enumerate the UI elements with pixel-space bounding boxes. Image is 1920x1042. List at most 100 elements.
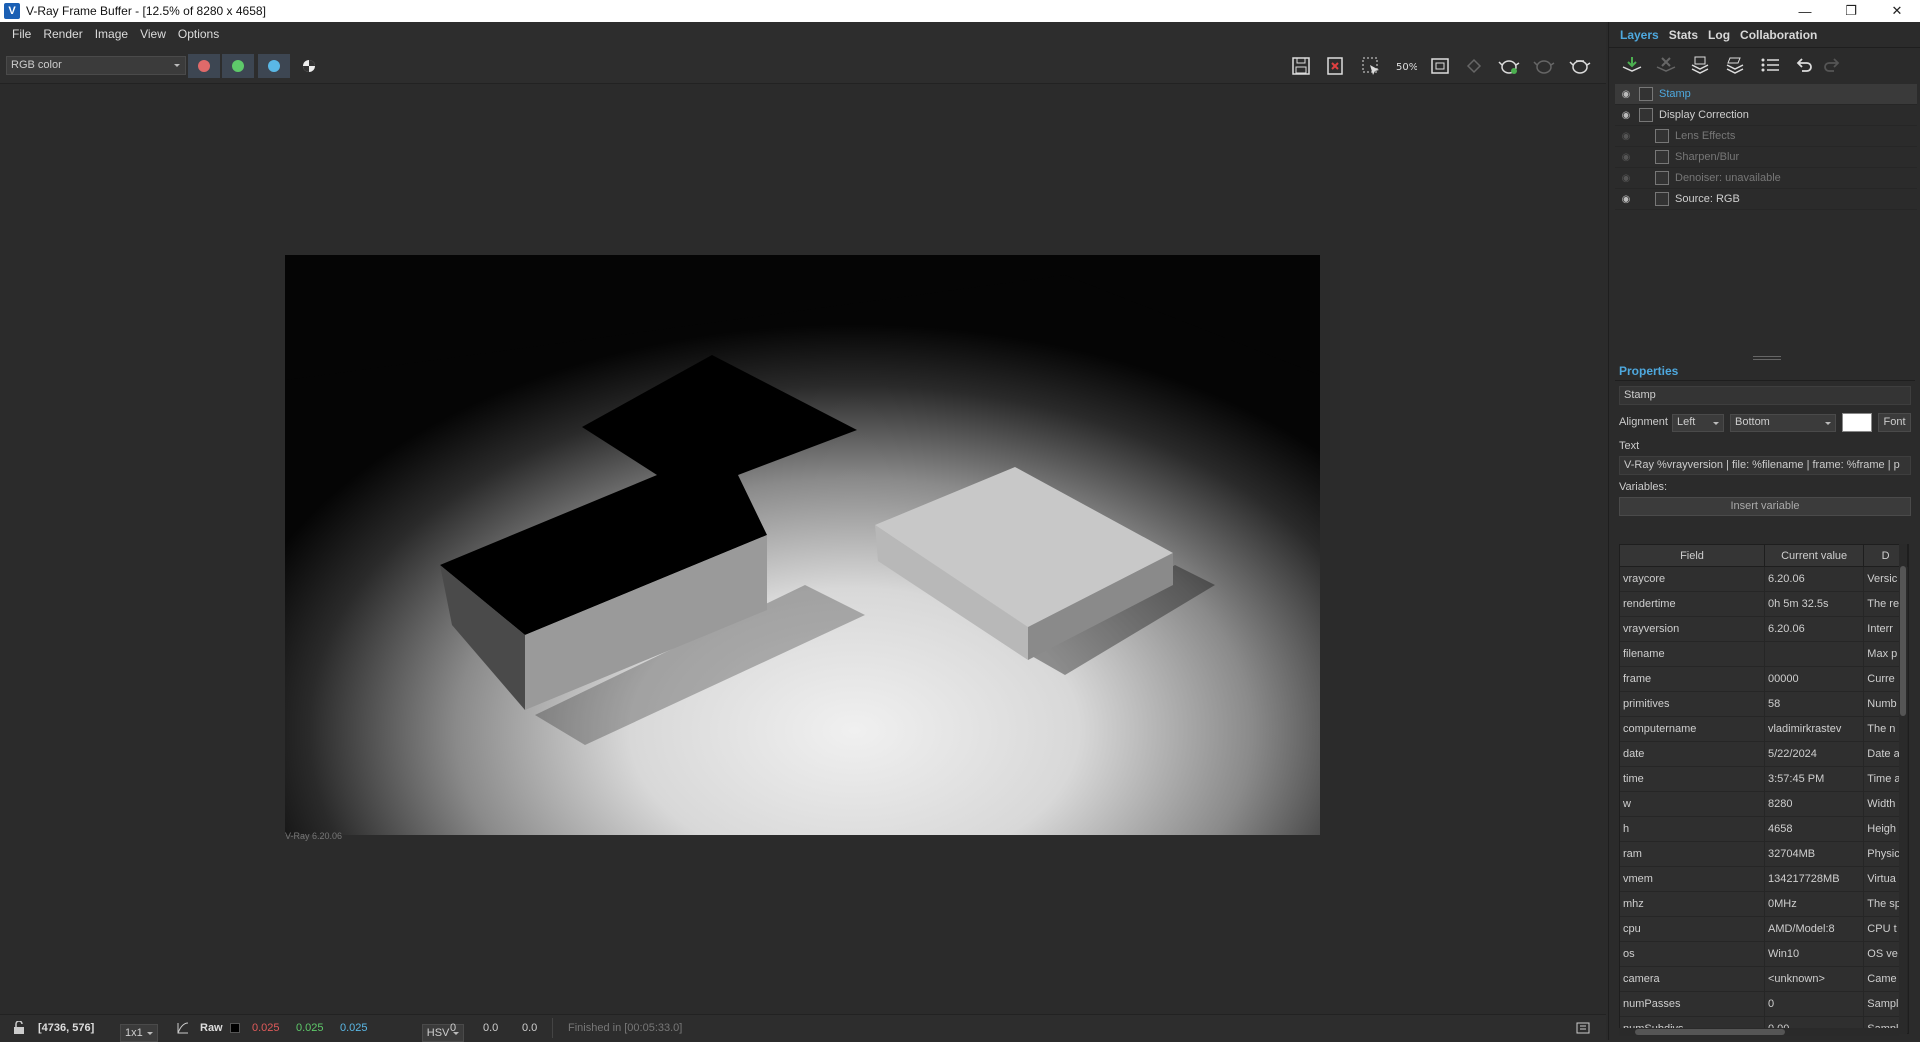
table-row[interactable]: computername vladimirkrastev The n [1620,717,1908,742]
hscroll-thumb[interactable] [1635,1029,1785,1035]
tab-collaboration[interactable]: Collaboration [1735,28,1822,42]
render-geometry [285,255,1320,745]
red-channel-button[interactable] [188,54,220,78]
load-layers-icon[interactable] [1722,53,1748,77]
layer-row[interactable]: ◉ Source: RGB [1615,189,1917,210]
value-cell: 32704MB [1765,842,1865,866]
eye-icon[interactable]: ◉ [1615,131,1637,142]
region-icon[interactable] [1427,54,1453,78]
render-teapot-icon[interactable] [1567,54,1593,78]
sample-size-select[interactable]: 1x1 [120,1023,158,1042]
render-viewport[interactable]: V-Ray 6.20.06 [0,85,1606,1015]
blue-channel-button[interactable] [258,54,290,78]
font-button[interactable]: Font [1878,413,1911,432]
align-vertical-select[interactable]: Bottom [1730,414,1836,432]
region-render-icon[interactable] [1358,54,1384,78]
delete-layer-icon[interactable] [1653,53,1679,77]
table-row[interactable]: vmem 134217728MB Virtua [1620,867,1908,892]
value-cell: 8280 [1765,792,1865,816]
zoom-50-icon[interactable]: 50% [1393,54,1419,78]
clear-image-icon[interactable] [1322,54,1348,78]
vertical-scrollbar[interactable] [1899,544,1907,1034]
table-row[interactable]: w 8280 Width [1620,792,1908,817]
table-row[interactable]: time 3:57:45 PM Time a [1620,767,1908,792]
eye-icon[interactable]: ◉ [1615,89,1637,100]
save-layers-icon[interactable] [1687,53,1713,77]
layer-row[interactable]: ◉ Display Correction [1615,105,1917,126]
layer-row[interactable]: ◉ Lens Effects [1615,126,1917,147]
table-row[interactable]: filename Max p [1620,642,1908,667]
tab-log[interactable]: Log [1703,28,1735,42]
layer-type-icon [1639,108,1653,122]
value-cell: 5/22/2024 [1765,742,1865,766]
field-cell: rendertime [1620,592,1765,616]
stamp-text-field[interactable]: V-Ray %vrayversion | file: %filename | f… [1619,456,1911,475]
eye-icon[interactable]: ◉ [1615,110,1637,121]
render-teapot-active-icon[interactable] [1496,54,1522,78]
value-cell: 134217728MB [1765,867,1865,891]
table-row[interactable]: h 4658 Heigh [1620,817,1908,842]
table-row[interactable]: rendertime 0h 5m 32.5s The re [1620,592,1908,617]
rendered-image [285,255,1320,835]
green-channel-button[interactable] [222,54,254,78]
layer-toolbar [1609,50,1920,80]
close-icon[interactable]: ✕ [1874,0,1920,22]
layer-label: Sharpen/Blur [1675,151,1740,163]
panel-splitter[interactable] [1753,356,1781,360]
render-teapot-disabled-icon[interactable] [1531,54,1557,78]
tab-layers[interactable]: Layers [1615,28,1664,42]
menu-render[interactable]: Render [37,27,88,41]
scroll-thumb[interactable] [1900,566,1906,716]
layer-name-field[interactable]: Stamp [1619,386,1911,405]
eye-icon[interactable]: ◉ [1615,173,1637,184]
table-row[interactable]: vrayversion 6.20.06 Interr [1620,617,1908,642]
stamp-color-swatch[interactable] [1842,413,1872,432]
tab-stats[interactable]: Stats [1664,28,1703,42]
menu-image[interactable]: Image [89,27,134,41]
color-space-select[interactable]: HSV [421,1023,465,1042]
menu-file[interactable]: File [6,27,37,41]
eye-icon[interactable]: ◉ [1615,152,1637,163]
field-cell: frame [1620,667,1765,691]
table-row[interactable]: vraycore 6.20.06 Versic [1620,567,1908,592]
table-row[interactable]: mhz 0MHz The sp [1620,892,1908,917]
table-row[interactable]: os Win10 OS ve [1620,942,1908,967]
color-swatch [230,1023,240,1033]
align-horizontal-select[interactable]: Left [1672,414,1724,432]
table-row[interactable]: frame 00000 Curre [1620,667,1908,692]
table-row[interactable]: camera <unknown> Came [1620,967,1908,992]
variables-table: Field Current value D vraycore 6.20.06 Ver… [1619,544,1909,1034]
layer-row[interactable]: ◉ Sharpen/Blur [1615,147,1917,168]
layer-row[interactable]: ◉ Stamp [1615,84,1917,105]
table-row[interactable]: numPasses 0 Sampl [1620,992,1908,1017]
layer-list-icon[interactable] [1757,53,1783,77]
toggle-panel-icon[interactable] [1576,1020,1590,1036]
menu-options[interactable]: Options [172,27,225,41]
curve-icon[interactable] [176,1020,190,1036]
field-cell: primitives [1620,692,1765,716]
header-field[interactable]: Field [1620,545,1765,566]
save-image-icon[interactable] [1288,54,1314,78]
menu-view[interactable]: View [134,27,172,41]
alpha-channel-button[interactable] [293,54,325,78]
layer-row[interactable]: ◉ Denoiser: unavailable [1615,168,1917,189]
value-cell [1765,642,1865,666]
table-row[interactable]: cpu AMD/Model:8 CPU t [1620,917,1908,942]
table-row[interactable]: date 5/22/2024 Date a [1620,742,1908,767]
table-row[interactable]: ram 32704MB Physic [1620,842,1908,867]
redo-icon[interactable] [1819,53,1845,77]
horizontal-scrollbar[interactable] [1619,1028,1899,1036]
add-layer-icon[interactable] [1619,53,1645,77]
minimize-icon[interactable]: — [1782,0,1828,22]
vray-logo-icon: V [4,3,20,19]
undo-icon[interactable] [1791,53,1817,77]
lock-pixel-icon[interactable] [12,1020,26,1036]
insert-variable-button[interactable]: Insert variable [1619,497,1911,516]
restore-icon[interactable]: ❐ [1828,0,1874,22]
eye-icon[interactable]: ◉ [1615,194,1637,205]
layer-type-icon [1655,150,1669,164]
header-current-value[interactable]: Current value [1765,545,1865,566]
table-row[interactable]: primitives 58 Numb [1620,692,1908,717]
lock-render-icon[interactable] [1461,54,1487,78]
channel-select[interactable]: RGB color [6,56,186,75]
